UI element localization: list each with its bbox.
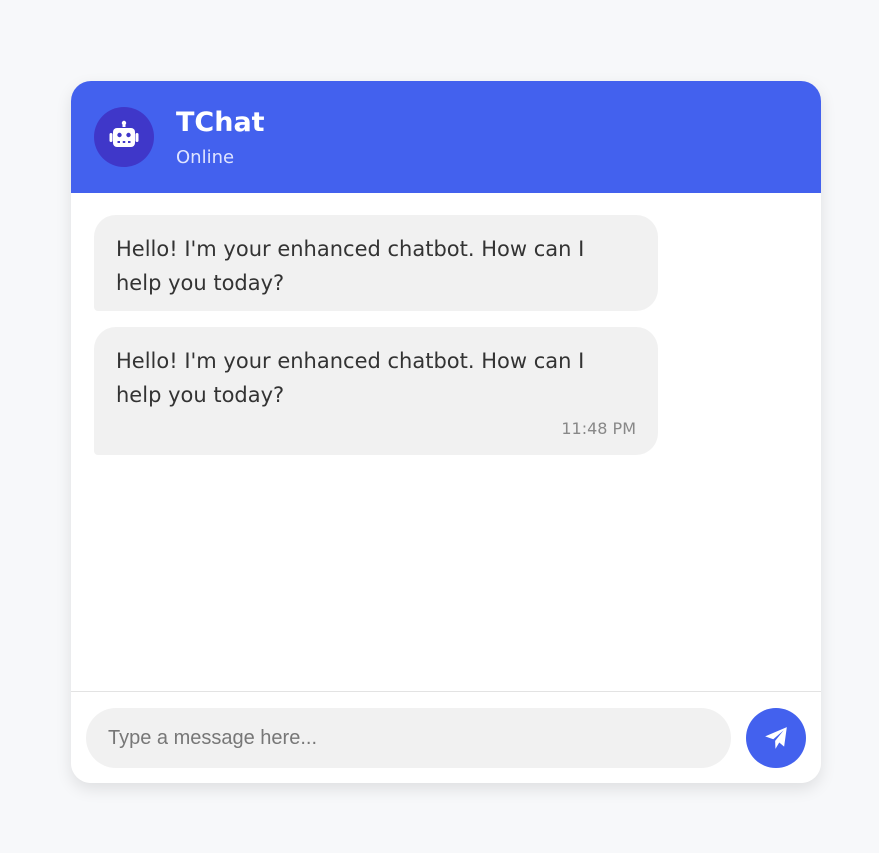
chat-title: TChat: [176, 107, 265, 138]
bot-avatar: [94, 107, 154, 167]
bot-message: Hello! I'm your enhanced chatbot. How ca…: [94, 327, 658, 455]
message-timestamp: 11:48 PM: [561, 419, 636, 438]
message-text: Hello! I'm your enhanced chatbot. How ca…: [116, 237, 585, 295]
chat-status: Online: [176, 147, 235, 168]
message-input[interactable]: [86, 708, 731, 768]
paper-plane-icon: [765, 727, 787, 749]
input-bar: [71, 691, 821, 783]
send-button[interactable]: [746, 708, 806, 768]
chat-header: TChat Online: [71, 81, 821, 193]
chat-window: TChat Online Hello! I'm your enhanced ch…: [71, 81, 821, 783]
message-list: Hello! I'm your enhanced chatbot. How ca…: [71, 193, 821, 691]
bot-message: Hello! I'm your enhanced chatbot. How ca…: [94, 215, 658, 311]
robot-icon: [109, 120, 139, 147]
message-text: Hello! I'm your enhanced chatbot. How ca…: [116, 349, 585, 407]
